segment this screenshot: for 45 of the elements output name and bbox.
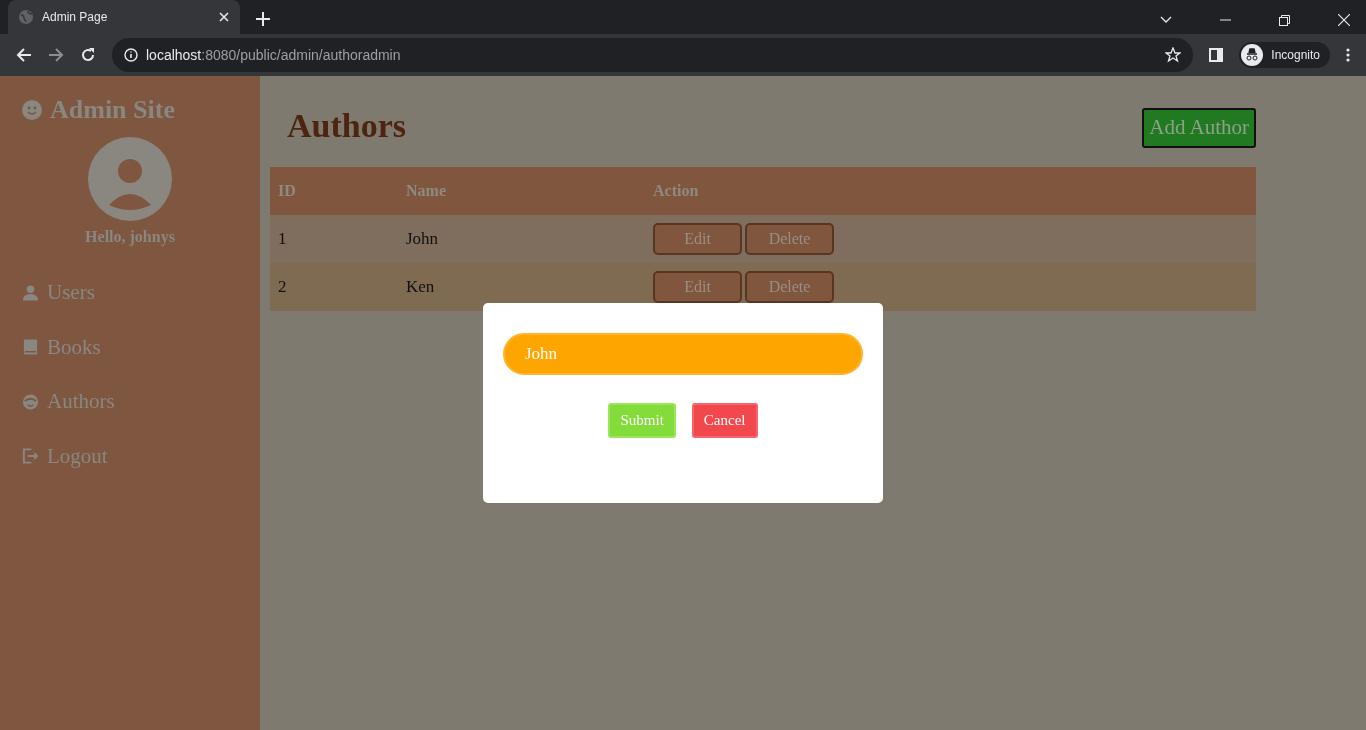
site-title: Admin Site — [50, 94, 175, 126]
name-input[interactable]: John — [503, 333, 863, 375]
column-header: Action — [645, 167, 1256, 215]
nav-link[interactable]: Logout — [47, 440, 108, 472]
new-tab-icon[interactable] — [256, 12, 270, 26]
table-cell: John — [398, 215, 645, 263]
url-text: localhost:8080/public/admin/authoradmin — [146, 45, 402, 65]
globe-icon — [18, 9, 34, 25]
incognito-icon — [1241, 44, 1264, 66]
edit-button[interactable]: Edit — [653, 271, 742, 303]
column-header: Name — [398, 167, 645, 215]
table-cell: 1 — [270, 215, 398, 263]
reload-icon[interactable] — [80, 47, 96, 63]
restore-icon[interactable] — [1279, 14, 1290, 26]
nav-link[interactable]: Users — [47, 277, 95, 309]
cancel-button[interactable]: Cancel — [691, 403, 758, 438]
table-cell: 2 — [270, 263, 398, 311]
close-icon[interactable] — [1338, 14, 1350, 26]
column-header: ID — [270, 167, 398, 215]
delete-button[interactable]: Delete — [745, 271, 834, 303]
info-icon — [124, 48, 138, 62]
submit-button[interactable]: Submit — [608, 403, 676, 438]
star-icon[interactable] — [1165, 47, 1182, 63]
side-panel-icon[interactable] — [1209, 48, 1224, 62]
avatar-icon — [88, 137, 172, 221]
nav-link[interactable]: Books — [47, 331, 101, 363]
tab-search-icon[interactable] — [1160, 16, 1172, 24]
address-bar[interactable]: localhost:8080/public/admin/authoradmin — [112, 38, 1194, 72]
forward-icon[interactable] — [48, 47, 64, 63]
nav-link[interactable]: Authors — [47, 386, 115, 418]
book-icon — [22, 338, 39, 357]
back-icon[interactable] — [16, 47, 32, 63]
table-cell: Ken — [398, 263, 645, 311]
user-icon — [22, 283, 39, 302]
greeting-text: Hello, johnys — [85, 227, 175, 248]
delete-button[interactable]: Delete — [745, 223, 834, 255]
edit-button[interactable]: Edit — [653, 223, 742, 255]
face-icon — [22, 392, 39, 411]
page-title: Authors — [287, 106, 407, 146]
add-author-button[interactable]: Add Author — [1142, 108, 1256, 148]
menu-icon[interactable] — [1346, 48, 1350, 62]
profile-chip[interactable]: Incognito — [1239, 42, 1330, 68]
logout-icon — [22, 447, 39, 466]
smiley-icon — [22, 99, 42, 120]
close-icon[interactable] — [218, 11, 230, 23]
